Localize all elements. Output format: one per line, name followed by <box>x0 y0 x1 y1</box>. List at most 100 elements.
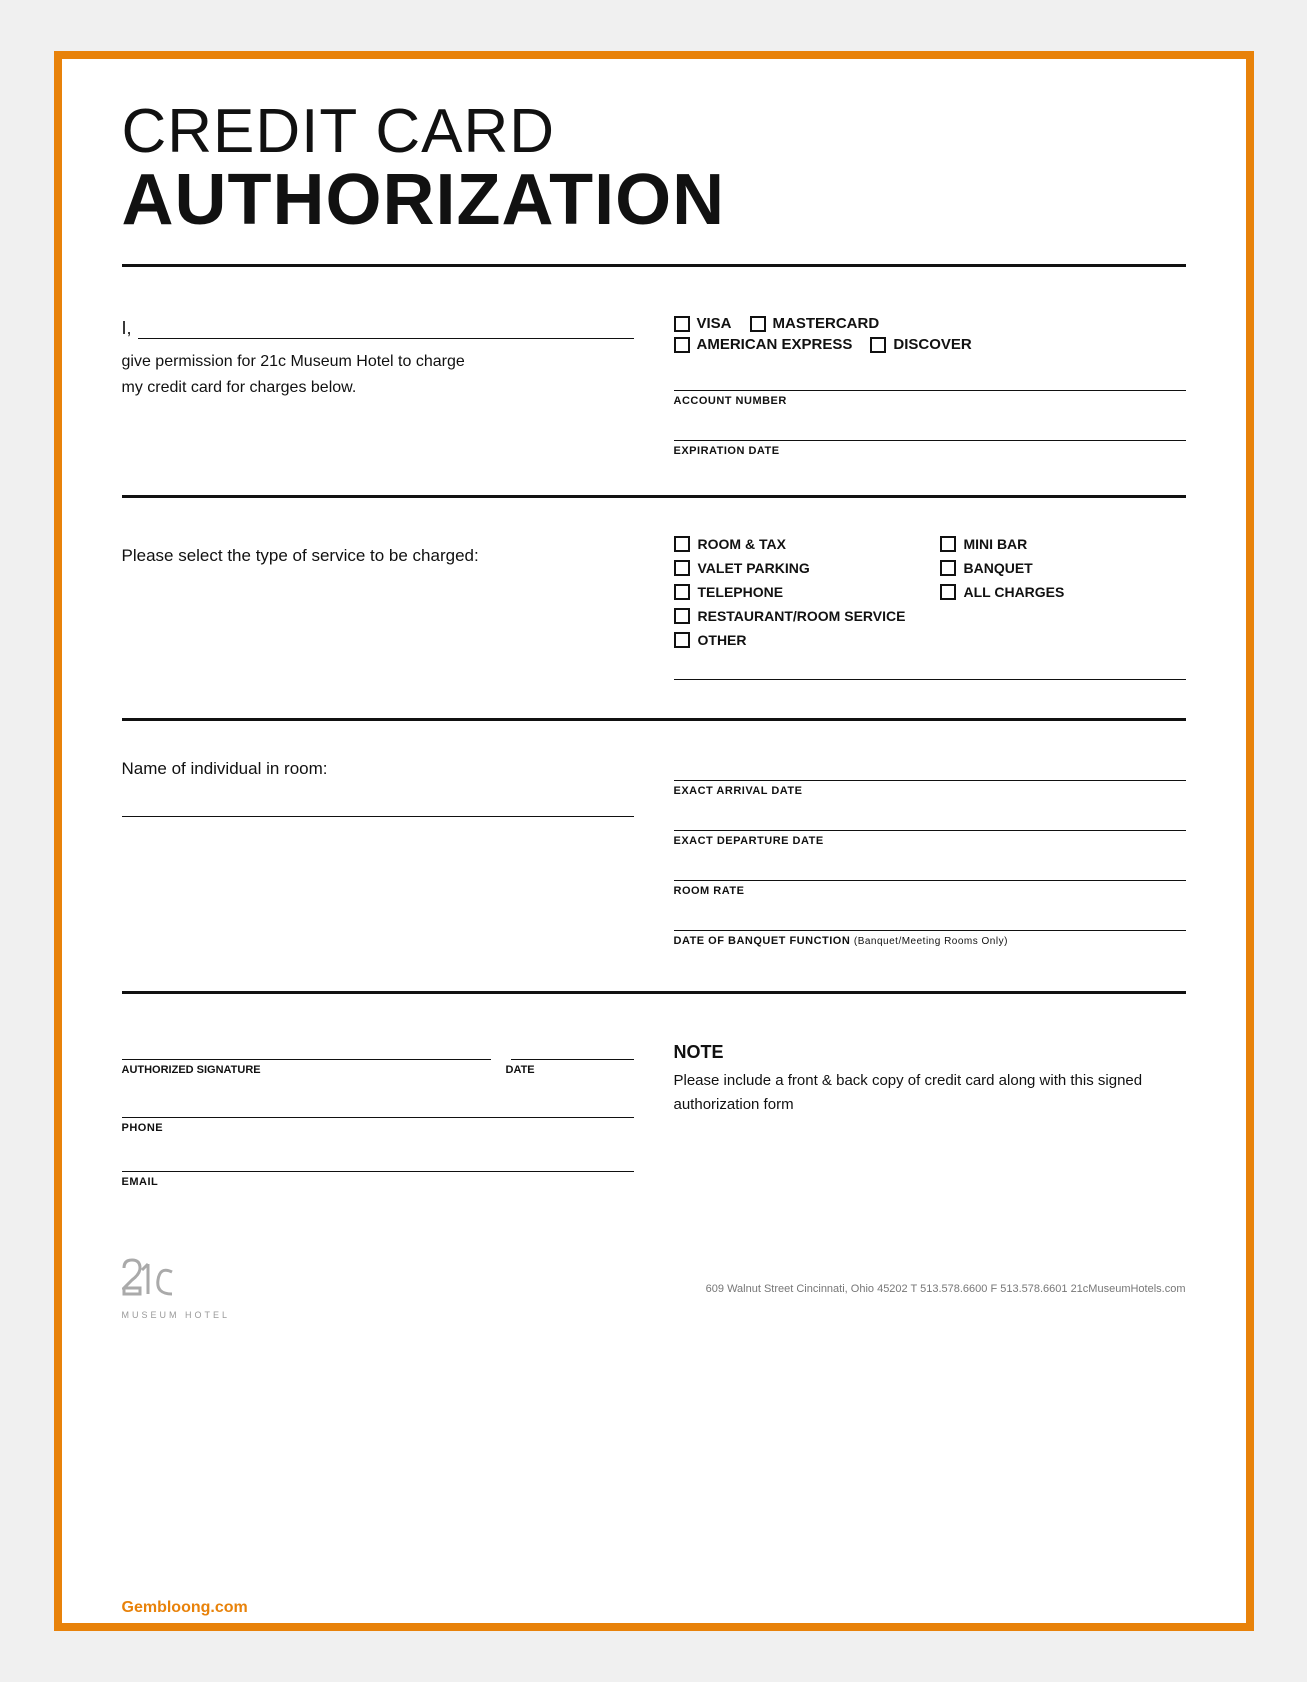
section-signature: AUTHORIZED SIGNATURE DATE PHONE EMAIL NO… <box>122 1012 1186 1208</box>
discover-label: DISCOVER <box>893 336 971 353</box>
divider-4 <box>122 991 1186 994</box>
card-amex[interactable]: AMERICAN EXPRESS <box>674 336 853 353</box>
footer-logo: MUSEUM HOTEL <box>122 1258 231 1320</box>
banquet-label: BANQUET <box>964 560 1033 576</box>
phone-input[interactable] <box>122 1096 634 1118</box>
email-input[interactable] <box>122 1150 634 1172</box>
arrival-date-label: EXACT ARRIVAL DATE <box>674 785 1186 797</box>
divider-1 <box>122 264 1186 267</box>
service-prompt: Please select the type of service to be … <box>122 536 634 566</box>
card-mastercard[interactable]: MASTERCARD <box>750 315 880 332</box>
i-label: I, <box>122 318 132 339</box>
watermark: Gembloong.com <box>122 1599 248 1617</box>
telephone-label: TELEPHONE <box>698 584 784 600</box>
note-section: NOTE Please include a front & back copy … <box>674 1036 1186 1117</box>
banquet-date-label: DATE OF BANQUET FUNCTION (Banquet/Meetin… <box>674 935 1186 947</box>
title-line2: AUTHORIZATION <box>122 164 1186 236</box>
visa-label: VISA <box>697 315 732 332</box>
mini-bar-checkbox[interactable] <box>940 536 956 552</box>
section-services: Please select the type of service to be … <box>122 516 1186 700</box>
restaurant-checkbox[interactable] <box>674 608 690 624</box>
service-room-tax[interactable]: ROOM & TAX <box>674 536 920 552</box>
footer-address: 609 Walnut Street Cincinnati, Ohio 45202… <box>706 1283 1186 1295</box>
logo-svg <box>122 1258 182 1308</box>
section1-right: VISA MASTERCARD AMERICAN EXPRESS <box>674 315 1186 457</box>
form-header: CREDIT CARD AUTHORIZATION <box>122 99 1186 236</box>
service-mini-bar[interactable]: MINI BAR <box>940 536 1186 552</box>
service-all-charges[interactable]: ALL CHARGES <box>940 584 1186 600</box>
section3-left: Name of individual in room: <box>122 759 634 953</box>
sig-row <box>122 1036 634 1060</box>
title-line1: CREDIT CARD <box>122 99 1186 164</box>
restaurant-label: RESTAURANT/ROOM SERVICE <box>698 608 906 624</box>
room-rate-input[interactable] <box>674 859 1186 881</box>
section3-right: EXACT ARRIVAL DATE EXACT DEPARTURE DATE … <box>674 759 1186 953</box>
visa-checkbox[interactable] <box>674 316 690 332</box>
card-visa[interactable]: VISA <box>674 315 732 332</box>
divider-2 <box>122 495 1186 498</box>
expiration-date-label: EXPIRATION DATE <box>674 445 1186 457</box>
valet-checkbox[interactable] <box>674 560 690 576</box>
banquet-checkbox[interactable] <box>940 560 956 576</box>
departure-date-label: EXACT DEPARTURE DATE <box>674 835 1186 847</box>
amex-checkbox[interactable] <box>674 337 690 353</box>
date-label: DATE <box>506 1064 634 1076</box>
divider-3 <box>122 718 1186 721</box>
other-checkbox[interactable] <box>674 632 690 648</box>
all-charges-label: ALL CHARGES <box>964 584 1065 600</box>
discover-checkbox[interactable] <box>870 337 886 353</box>
departure-date-input[interactable] <box>674 809 1186 831</box>
service-banquet[interactable]: BANQUET <box>940 560 1186 576</box>
other-label: OTHER <box>698 632 747 648</box>
mastercard-label: MASTERCARD <box>773 315 880 332</box>
name-input[interactable] <box>138 315 634 339</box>
amex-label: AMERICAN EXPRESS <box>697 336 853 353</box>
logo-text: MUSEUM HOTEL <box>122 1310 231 1320</box>
permission-text: give permission for 21c Museum Hotel to … <box>122 349 634 400</box>
service-telephone[interactable]: TELEPHONE <box>674 584 920 600</box>
section-room-info: Name of individual in room: EXACT ARRIVA… <box>122 739 1186 973</box>
signature-input[interactable] <box>122 1036 491 1060</box>
phone-label: PHONE <box>122 1122 634 1134</box>
banquet-sublabel: (Banquet/Meeting Rooms Only) <box>854 936 1008 947</box>
email-label: EMAIL <box>122 1176 634 1188</box>
mastercard-checkbox[interactable] <box>750 316 766 332</box>
telephone-checkbox[interactable] <box>674 584 690 600</box>
services-bottom-line <box>674 658 1186 680</box>
arrival-date-input[interactable] <box>674 759 1186 781</box>
card-row-2: AMERICAN EXPRESS DISCOVER <box>674 336 1186 353</box>
account-number-input[interactable] <box>674 369 1186 391</box>
room-tax-checkbox[interactable] <box>674 536 690 552</box>
card-row-1: VISA MASTERCARD <box>674 315 1186 332</box>
i-line: I, <box>122 315 634 339</box>
section-authorization: I, give permission for 21c Museum Hotel … <box>122 285 1186 477</box>
section2-right: ROOM & TAX MINI BAR VALET PARKING BANQUE… <box>674 536 1186 680</box>
logo-symbol <box>122 1258 182 1308</box>
section4-right: NOTE Please include a front & back copy … <box>674 1036 1186 1188</box>
section2-left: Please select the type of service to be … <box>122 536 634 680</box>
service-valet[interactable]: VALET PARKING <box>674 560 920 576</box>
name-label: Name of individual in room: <box>122 759 634 779</box>
section1-left: I, give permission for 21c Museum Hotel … <box>122 315 634 457</box>
footer: MUSEUM HOTEL 609 Walnut Street Cincinnat… <box>62 1248 1246 1336</box>
note-text: Please include a front & back copy of cr… <box>674 1069 1186 1117</box>
room-rate-label: ROOM RATE <box>674 885 1186 897</box>
mini-bar-label: MINI BAR <box>964 536 1028 552</box>
sig-labels: AUTHORIZED SIGNATURE DATE <box>122 1064 634 1076</box>
account-number-label: ACCOUNT NUMBER <box>674 395 1186 407</box>
sig-label: AUTHORIZED SIGNATURE <box>122 1064 506 1076</box>
section4-left: AUTHORIZED SIGNATURE DATE PHONE EMAIL <box>122 1036 634 1188</box>
service-restaurant[interactable]: RESTAURANT/ROOM SERVICE <box>674 608 1186 624</box>
card-discover[interactable]: DISCOVER <box>870 336 971 353</box>
banquet-date-input[interactable] <box>674 909 1186 931</box>
service-other[interactable]: OTHER <box>674 632 1186 648</box>
all-charges-checkbox[interactable] <box>940 584 956 600</box>
individual-name-input[interactable] <box>122 795 634 817</box>
expiration-date-input[interactable] <box>674 419 1186 441</box>
note-title: NOTE <box>674 1042 1186 1063</box>
date-input[interactable] <box>511 1036 634 1060</box>
valet-label: VALET PARKING <box>698 560 810 576</box>
services-grid: ROOM & TAX MINI BAR VALET PARKING BANQUE… <box>674 536 1186 648</box>
form-container: CREDIT CARD AUTHORIZATION I, give permis… <box>54 51 1254 1631</box>
room-tax-label: ROOM & TAX <box>698 536 786 552</box>
